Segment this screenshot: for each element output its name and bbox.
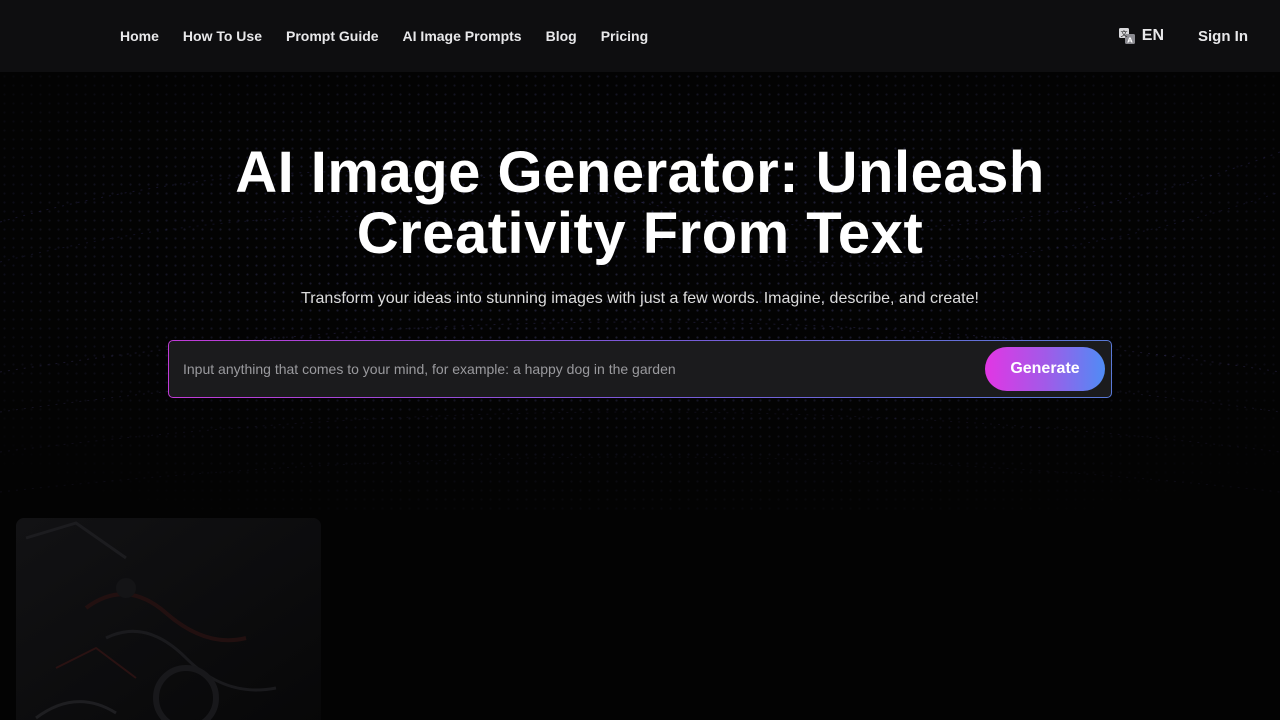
nav-home[interactable]: Home [120, 28, 159, 44]
main-nav: Home How To Use Prompt Guide AI Image Pr… [120, 28, 672, 44]
language-label: EN [1141, 27, 1164, 44]
nav-prompt-guide[interactable]: Prompt Guide [286, 28, 379, 44]
prompt-form: Generate [168, 340, 1112, 398]
nav-ai-image-prompts[interactable]: AI Image Prompts [403, 28, 522, 44]
header-actions: 文 A EN Sign In [1118, 27, 1248, 45]
sample-image-preview[interactable] [16, 518, 321, 720]
sign-in-link[interactable]: Sign In [1198, 28, 1248, 45]
nav-how-to-use[interactable]: How To Use [183, 28, 262, 44]
prompt-input[interactable] [183, 361, 985, 377]
hero-title: AI Image Generator: Unleash Creativity F… [235, 140, 1045, 266]
nav-blog[interactable]: Blog [546, 28, 577, 44]
prompt-form-inner: Generate [169, 341, 1111, 397]
language-switcher[interactable]: 文 A EN [1118, 27, 1164, 45]
translate-icon: 文 A [1118, 28, 1135, 45]
nav-pricing[interactable]: Pricing [601, 28, 648, 44]
generate-button[interactable]: Generate [985, 347, 1105, 391]
sample-image-illustration [16, 518, 321, 720]
svg-text:A: A [1127, 37, 1133, 45]
hero-subtitle: Transform your ideas into stunning image… [301, 290, 979, 307]
top-navigation-bar: Home How To Use Prompt Guide AI Image Pr… [0, 0, 1280, 72]
page: Home How To Use Prompt Guide AI Image Pr… [0, 0, 1280, 720]
